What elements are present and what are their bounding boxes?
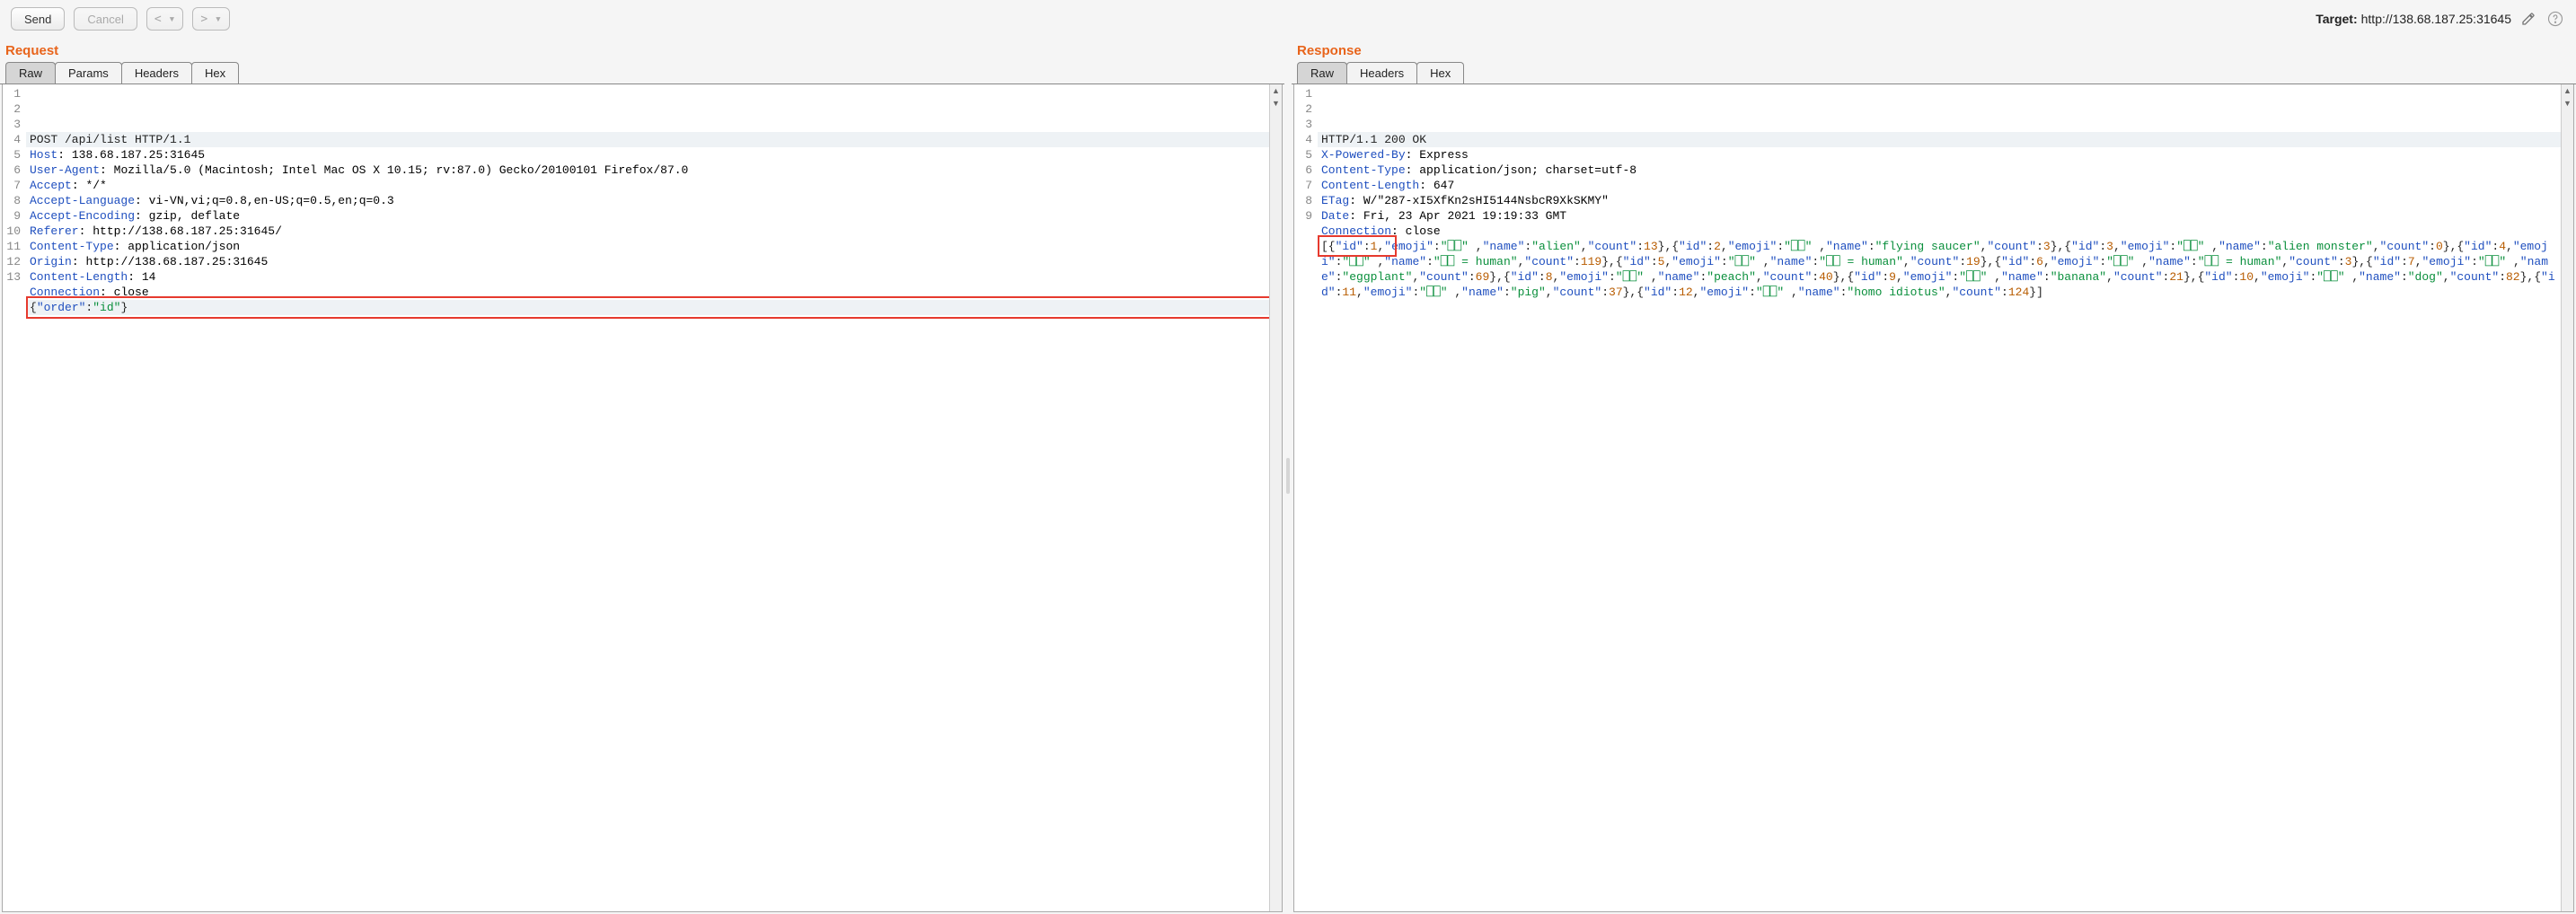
code-line: ETag: W/"287-xI5XfKn2sHI5144NsbcR9XkSKMY… <box>1321 193 2570 208</box>
code-line: X-Powered-By: Express <box>1321 147 2570 163</box>
request-tabs: RawParamsHeadersHex <box>0 62 1284 84</box>
request-code[interactable]: POST /api/list HTTP/1.1Host: 138.68.187.… <box>26 84 1282 317</box>
next-button[interactable]: > ▾ <box>192 7 229 31</box>
prev-button[interactable]: < ▾ <box>146 7 183 31</box>
tab-raw[interactable]: Raw <box>1297 62 1347 83</box>
cancel-button[interactable]: Cancel <box>74 7 137 31</box>
tab-headers[interactable]: Headers <box>1346 62 1417 83</box>
target-display: Target: http://138.68.187.25:31645 <box>2316 9 2565 29</box>
code-line: Origin: http://138.68.187.25:31645 <box>30 254 1278 269</box>
response-editor-wrap: 123456789 HTTP/1.1 200 OKX-Powered-By: E… <box>1293 84 2574 912</box>
tab-params[interactable]: Params <box>55 62 122 83</box>
target-label: Target: <box>2316 12 2357 26</box>
response-body: [{"id":1,"emoji":"⎕⎕" ,"name":"alien","c… <box>1321 239 2570 300</box>
code-line: Date: Fri, 23 Apr 2021 19:19:33 GMT <box>1321 208 2570 224</box>
code-line: Content-Length: 647 <box>1321 178 2570 193</box>
response-editor[interactable]: 123456789 HTTP/1.1 200 OKX-Powered-By: E… <box>1294 84 2573 302</box>
toolbar: Send Cancel < ▾ > ▾ Target: http://138.6… <box>0 0 2576 38</box>
code-line: {"order":"id"} <box>26 300 1282 315</box>
code-line: Content-Length: 14 <box>30 269 1278 285</box>
code-line: User-Agent: Mozilla/5.0 (Macintosh; Inte… <box>30 163 1278 178</box>
code-line: Connection: close <box>30 285 1278 300</box>
scroll-up-icon[interactable]: ▲ <box>2562 84 2573 97</box>
target-value: http://138.68.187.25:31645 <box>2361 12 2511 26</box>
scroll-down-icon[interactable]: ▼ <box>2562 97 2573 110</box>
code-line: Connection: close <box>1321 224 2570 239</box>
request-gutter: 12345678910111213 <box>3 84 26 317</box>
request-editor[interactable]: 12345678910111213 POST /api/list HTTP/1.… <box>3 84 1282 317</box>
response-title: Response <box>1292 38 2576 62</box>
tab-headers[interactable]: Headers <box>121 62 192 83</box>
code-line: Host: 138.68.187.25:31645 <box>30 147 1278 163</box>
scrollbar[interactable]: ▲ ▼ <box>2561 84 2573 911</box>
response-gutter: 123456789 <box>1294 84 1318 302</box>
response-tabs: RawHeadersHex <box>1292 62 2576 84</box>
response-code[interactable]: HTTP/1.1 200 OKX-Powered-By: ExpressCont… <box>1318 84 2573 302</box>
code-line: POST /api/list HTTP/1.1 <box>26 132 1282 147</box>
split-panes: Request RawParamsHeadersHex 123456789101… <box>0 38 2576 914</box>
tab-hex[interactable]: Hex <box>191 62 239 83</box>
send-button[interactable]: Send <box>11 7 65 31</box>
help-icon[interactable] <box>2545 9 2565 29</box>
code-line: Accept-Language: vi-VN,vi;q=0.8,en-US;q=… <box>30 193 1278 208</box>
pane-divider[interactable] <box>1284 38 1292 914</box>
tab-hex[interactable]: Hex <box>1416 62 1464 83</box>
tab-raw[interactable]: Raw <box>5 62 56 83</box>
code-line: Content-Type: application/json <box>30 239 1278 254</box>
request-title: Request <box>0 38 1284 62</box>
code-line: Accept: */* <box>30 178 1278 193</box>
scrollbar[interactable]: ▲ ▼ <box>1269 84 1282 911</box>
code-line: Referer: http://138.68.187.25:31645/ <box>30 224 1278 239</box>
code-line: HTTP/1.1 200 OK <box>1318 132 2573 147</box>
scroll-down-icon[interactable]: ▼ <box>1270 97 1282 110</box>
pencil-icon[interactable] <box>2519 9 2538 29</box>
request-editor-wrap: 12345678910111213 POST /api/list HTTP/1.… <box>2 84 1283 912</box>
scroll-up-icon[interactable]: ▲ <box>1270 84 1282 97</box>
request-pane: Request RawParamsHeadersHex 123456789101… <box>0 38 1284 914</box>
code-line: Content-Type: application/json; charset=… <box>1321 163 2570 178</box>
response-pane: Response RawHeadersHex 123456789 HTTP/1.… <box>1292 38 2576 914</box>
code-line: Accept-Encoding: gzip, deflate <box>30 208 1278 224</box>
